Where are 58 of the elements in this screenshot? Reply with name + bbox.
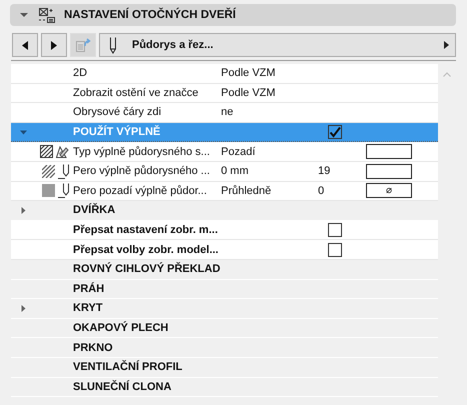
pen-number[interactable]: 19 [318, 165, 330, 178]
checkbox[interactable] [328, 223, 342, 238]
hatch-pattern-icon [40, 145, 53, 158]
hatch-lines-icon [42, 164, 55, 178]
submenu-arrow-icon [444, 41, 449, 49]
view-dropdown[interactable]: Půdorys a řez... [99, 33, 456, 57]
parameter-name: Zobrazit ostění ve značce [73, 86, 200, 99]
pen-icon [58, 164, 69, 179]
pen-icon [108, 36, 118, 54]
parameter-value[interactable]: ne [221, 106, 318, 118]
group-row[interactable]: OKAPOVÝ PLECH [11, 318, 438, 338]
parameter-value[interactable]: Průhledně [221, 184, 318, 197]
group-title: VENTILAČNÍ PROFIL [73, 361, 184, 374]
parameter-value[interactable]: Pozadí [221, 146, 318, 158]
door-settings-icon [38, 6, 56, 24]
group-title: ROVNÝ CIHLOVÝ PŘEKLAD [73, 263, 222, 276]
pen-number[interactable]: 0 [318, 184, 324, 197]
panel-header[interactable]: NASTAVENÍ OTOČNÝCH DVEŘÍ [10, 4, 456, 26]
group-title: PRÁH [73, 282, 106, 295]
fill-edit-icon [56, 145, 69, 158]
parameter-value[interactable]: 0 mm [221, 165, 318, 178]
parameter-value[interactable]: Podle VZM [221, 86, 318, 99]
pen-icon [58, 183, 69, 198]
next-button[interactable] [41, 33, 67, 57]
option-label: Přepsat nastavení zobr. m... [73, 224, 219, 236]
checkbox[interactable] [328, 242, 342, 257]
group-row[interactable]: VENTILAČNÍ PROFIL [11, 358, 438, 378]
expanded-caret-icon[interactable] [20, 128, 27, 136]
parameter-name: Obrysové čáry zdi [73, 106, 162, 118]
document-arrow-icon [75, 38, 91, 52]
swatch-field[interactable]: ⌀ [366, 183, 412, 198]
group-title: SLUNEČNÍ CLONA [73, 380, 172, 393]
panel-title: NASTAVENÍ OTOČNÝCH DVEŘÍ [64, 9, 236, 21]
right-arrow-icon [51, 40, 57, 50]
previous-button[interactable] [12, 33, 38, 57]
group-title: DVÍŘKA [73, 204, 116, 216]
group-row[interactable]: ROVNÝ CIHLOVÝ PŘEKLAD [11, 260, 438, 280]
parameter-name: Pero pozadí výplně půdor... [73, 184, 208, 197]
collapsed-caret-icon[interactable] [20, 304, 27, 312]
group-row[interactable]: DVÍŘKA [11, 201, 438, 221]
checkbox[interactable] [328, 125, 342, 140]
group-title: OKAPOVÝ PLECH [73, 322, 170, 334]
parameter-name: Pero výplně půdorysného ... [73, 165, 211, 178]
parameter-value[interactable]: Podle VZM [221, 67, 318, 80]
parameter-name: 2D [73, 67, 88, 80]
solid-fill-icon [42, 184, 55, 198]
group-title: KRYT [73, 302, 104, 314]
group-row[interactable]: PRÁH [11, 280, 438, 300]
left-arrow-icon [22, 40, 28, 50]
swatch-field[interactable] [366, 144, 412, 160]
option-label: Přepsat volby zobr. model... [73, 244, 220, 256]
swatch-field[interactable] [366, 164, 412, 179]
group-title: PRKNO [73, 342, 114, 354]
collapsed-caret-icon[interactable] [20, 206, 27, 214]
group-title: POUŽÍT VÝPLNĚ [73, 126, 162, 138]
parameter-name: Typ výplně půdorysného s... [73, 146, 211, 158]
collapse-caret-icon[interactable] [20, 12, 28, 18]
group-row[interactable]: SLUNEČNÍ CLONA [11, 378, 438, 398]
